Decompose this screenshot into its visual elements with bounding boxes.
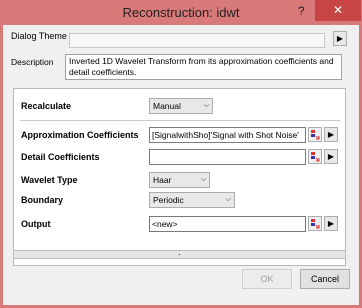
title-bar[interactable]: Reconstruction: idwt ? ✕ — [0, 0, 362, 25]
approximation-range-picker-icon[interactable] — [308, 127, 322, 142]
recalculate-value: Manual — [153, 101, 181, 111]
close-button[interactable]: ✕ — [315, 0, 361, 21]
detail-coefficients-input[interactable] — [149, 149, 306, 165]
window-title: Reconstruction: idwt — [122, 5, 240, 20]
chevron-down-icon: ⌵ — [203, 102, 209, 109]
ok-button[interactable]: OK — [242, 269, 292, 289]
progress-dot: . — [178, 247, 181, 257]
dialog-theme-label: Dialog Theme — [11, 31, 67, 41]
boundary-value: Periodic — [153, 195, 184, 205]
detail-range-picker-icon[interactable] — [308, 149, 322, 164]
output-label: Output — [21, 219, 51, 229]
boundary-select[interactable]: Periodic ⌵ — [149, 192, 235, 208]
output-range-picker-icon[interactable] — [308, 216, 322, 231]
settings-panel: Recalculate Manual ⌵ Approximation Coeffi… — [13, 88, 346, 266]
detail-coefficients-label: Detail Coefficients — [21, 152, 100, 162]
chevron-down-icon: ⌵ — [225, 196, 231, 203]
progress-bar: . — [13, 247, 346, 259]
wavelet-type-select[interactable]: Haar ⌵ — [149, 172, 210, 188]
dialog-window: Reconstruction: idwt ? ✕ Dialog Theme ▶ … — [0, 0, 362, 308]
output-input[interactable]: <new> — [149, 216, 306, 232]
description-label: Description — [11, 57, 54, 67]
dialog-theme-field[interactable] — [69, 33, 325, 48]
recalculate-label: Recalculate — [21, 101, 72, 111]
detail-menu-button[interactable]: ▶ — [324, 149, 338, 164]
approximation-coefficients-input[interactable]: [SignalwithSho]'Signal with Shot Noise' — [149, 127, 306, 143]
help-button[interactable]: ? — [298, 4, 305, 18]
menu-arrow-icon: ▶ — [327, 219, 335, 228]
output-menu-button[interactable]: ▶ — [324, 216, 338, 231]
approximation-coefficients-label: Approximation Coefficients — [21, 130, 139, 140]
wavelet-type-label: Wavelet Type — [21, 175, 78, 185]
cancel-button[interactable]: Cancel — [300, 269, 350, 289]
menu-arrow-icon: ▶ — [327, 152, 335, 161]
description-text: Inverted 1D Wavelet Transform from its a… — [65, 54, 342, 80]
dialog-theme-menu-button[interactable]: ▶ — [333, 31, 347, 46]
menu-arrow-icon: ▶ — [336, 34, 344, 43]
recalculate-select[interactable]: Manual ⌵ — [149, 98, 213, 114]
divider — [20, 120, 340, 121]
boundary-label: Boundary — [21, 195, 64, 205]
approximation-menu-button[interactable]: ▶ — [324, 127, 338, 142]
menu-arrow-icon: ▶ — [327, 130, 335, 139]
dialog-client: Dialog Theme ▶ Description Inverted 1D W… — [3, 25, 359, 305]
wavelet-type-value: Haar — [153, 175, 172, 185]
chevron-down-icon: ⌵ — [200, 176, 206, 183]
